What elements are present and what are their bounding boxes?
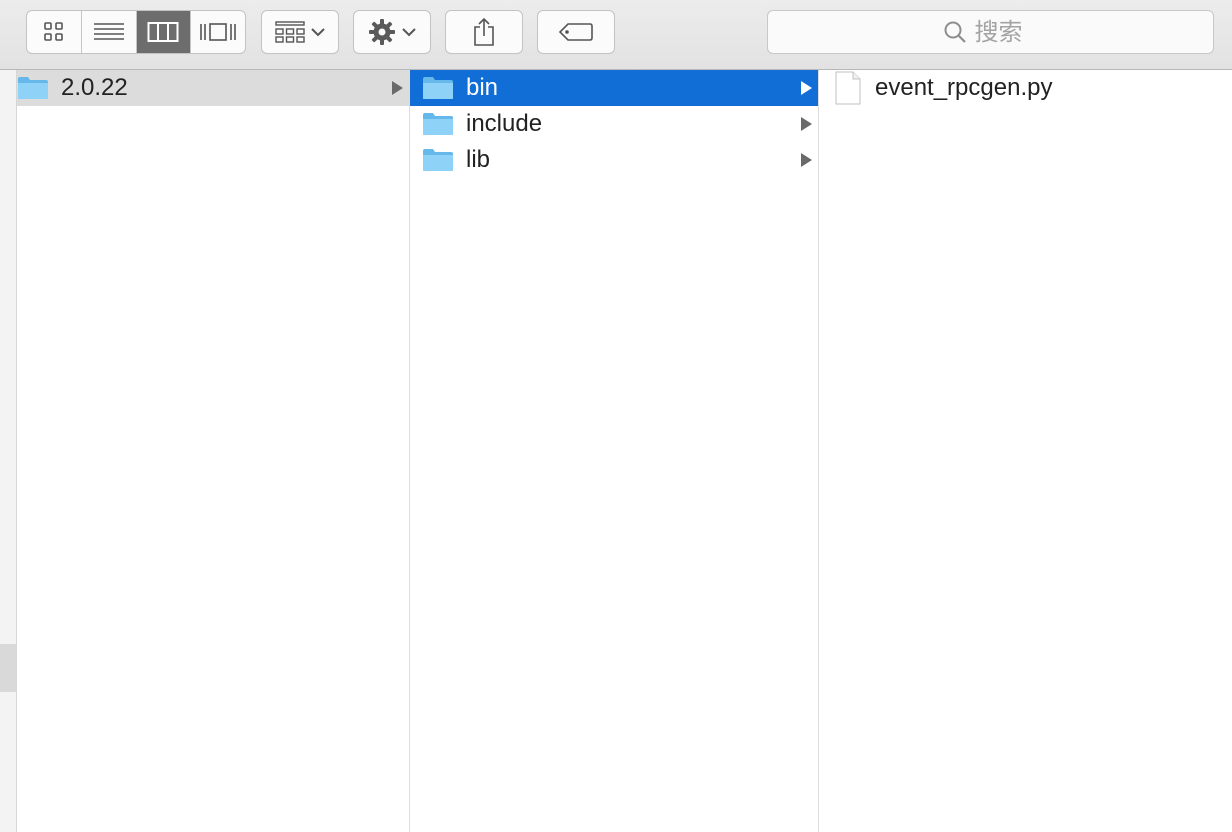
- list-item-folder-bin[interactable]: bin: [410, 70, 818, 106]
- tag-button[interactable]: [537, 10, 615, 54]
- list-item-folder-2-0-22[interactable]: 2.0.22: [17, 70, 409, 106]
- toolbar: [0, 0, 1232, 70]
- list-item-folder-include[interactable]: include: [410, 106, 818, 142]
- search-input[interactable]: [974, 18, 1039, 46]
- icon-view-button[interactable]: [27, 11, 82, 53]
- list-item-file-event-rpcgen[interactable]: event_rpcgen.py: [819, 70, 1232, 106]
- search-field[interactable]: [767, 10, 1214, 54]
- tag-icon: [558, 23, 593, 41]
- left-scroll-edge: [0, 70, 17, 832]
- search-icon: [944, 21, 966, 43]
- column-1: 2.0.22: [17, 70, 410, 832]
- disclosure-arrow-icon: [801, 117, 812, 131]
- cover-flow-icon: [200, 23, 236, 41]
- scrollbar-thumb[interactable]: [0, 644, 16, 692]
- item-label: 2.0.22: [61, 74, 128, 101]
- gear-icon: [369, 19, 395, 45]
- disclosure-arrow-icon: [801, 153, 812, 167]
- action-button[interactable]: [353, 10, 431, 54]
- share-button[interactable]: [445, 10, 523, 54]
- column-2: bin include lib: [410, 70, 819, 832]
- item-label: include: [466, 110, 543, 137]
- grid-icon: [44, 22, 63, 41]
- folder-icon: [18, 77, 48, 99]
- item-label: event_rpcgen.py: [875, 74, 1053, 101]
- disclosure-arrow-icon: [392, 81, 403, 95]
- item-label: bin: [466, 74, 499, 101]
- gallery-view-button[interactable]: [191, 11, 245, 53]
- group-button[interactable]: [261, 10, 339, 54]
- column-3: event_rpcgen.py: [819, 70, 1232, 832]
- columns-icon: [147, 22, 179, 42]
- folder-icon: [423, 149, 453, 171]
- share-icon: [474, 17, 494, 46]
- list-item-folder-lib[interactable]: lib: [410, 142, 818, 178]
- list-icon: [93, 23, 124, 40]
- column-browser: 2.0.22 bin include lib event_rpcgen.py: [0, 70, 1232, 832]
- view-mode-segmented-control: [26, 10, 246, 54]
- list-view-button[interactable]: [82, 11, 137, 53]
- document-icon: [835, 71, 861, 105]
- column-view-button[interactable]: [136, 11, 192, 53]
- folder-icon: [423, 77, 453, 99]
- group-icon: [275, 21, 305, 43]
- chevron-down-icon: [311, 28, 325, 37]
- disclosure-arrow-icon: [801, 81, 812, 95]
- item-label: lib: [466, 146, 491, 173]
- folder-icon: [423, 113, 453, 135]
- chevron-down-icon: [402, 28, 416, 37]
